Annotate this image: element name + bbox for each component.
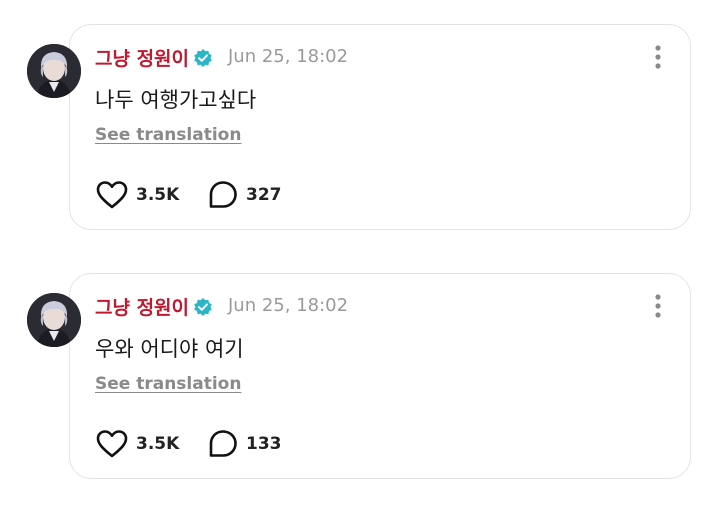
heart-icon [96,181,128,209]
comment-button[interactable]: 133 [208,427,282,461]
post-text: 나두 여행가고싶다 [95,88,257,112]
see-translation-link[interactable]: See translation [95,125,241,145]
comment-count: 133 [246,434,282,454]
more-vertical-icon[interactable] [646,293,670,319]
verified-badge-icon [194,298,212,316]
post-card-1: 그냥 정원이 Jun 25, 18:02 나두 여행가고싶다 See trans… [0,24,720,254]
verified-badge-icon [194,49,212,67]
comment-count: 327 [246,185,282,205]
like-count: 3.5K [136,185,180,205]
avatar[interactable] [27,293,81,347]
comment-button[interactable]: 327 [208,178,282,212]
more-vertical-icon[interactable] [646,44,670,70]
post-timestamp: Jun 25, 18:02 [228,295,349,316]
like-count: 3.5K [136,434,180,454]
see-translation-link[interactable]: See translation [95,374,241,394]
comment-bubble-icon [209,430,237,457]
post-text: 우와 어디야 여기 [95,337,244,361]
like-button[interactable]: 3.5K [96,427,179,461]
author-name[interactable]: 그냥 정원이 [95,293,189,320]
avatar[interactable] [27,44,81,98]
author-name[interactable]: 그냥 정원이 [95,44,189,71]
post-card-2: 그냥 정원이 Jun 25, 18:02 우와 어디야 여기 See trans… [0,273,720,503]
heart-icon [96,430,128,458]
like-button[interactable]: 3.5K [96,178,179,212]
comment-bubble-icon [209,181,237,208]
post-timestamp: Jun 25, 18:02 [228,46,349,67]
